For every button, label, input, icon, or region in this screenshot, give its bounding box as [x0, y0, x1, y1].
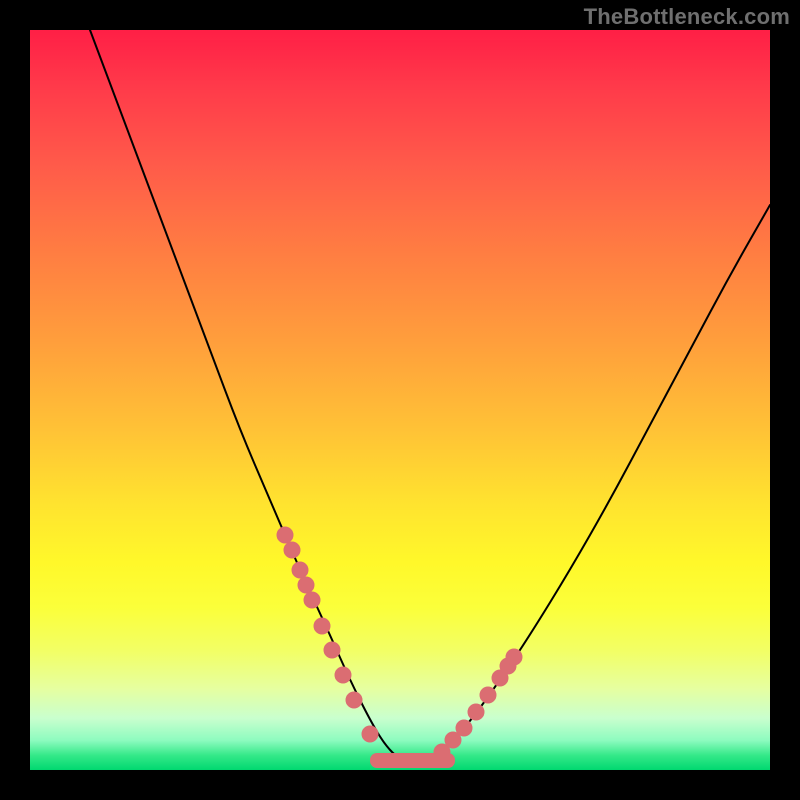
data-dot	[298, 577, 314, 593]
scatter-dots-right	[434, 649, 522, 760]
data-dot	[324, 642, 340, 658]
data-dot	[335, 667, 351, 683]
data-dot	[292, 562, 308, 578]
data-dot	[456, 720, 472, 736]
data-dot	[506, 649, 522, 665]
curve-minimum-bar	[370, 753, 455, 768]
data-dot	[362, 726, 378, 742]
data-dot	[480, 687, 496, 703]
v-curve-line	[90, 30, 770, 762]
chart-stage: TheBottleneck.com	[0, 0, 800, 800]
data-dot	[314, 618, 330, 634]
data-dot	[346, 692, 362, 708]
data-dot	[304, 592, 320, 608]
data-dot	[277, 527, 293, 543]
data-dot	[468, 704, 484, 720]
scatter-dots-left	[277, 527, 378, 742]
data-dot	[284, 542, 300, 558]
watermark-text: TheBottleneck.com	[584, 4, 790, 30]
chart-overlay	[30, 30, 770, 770]
